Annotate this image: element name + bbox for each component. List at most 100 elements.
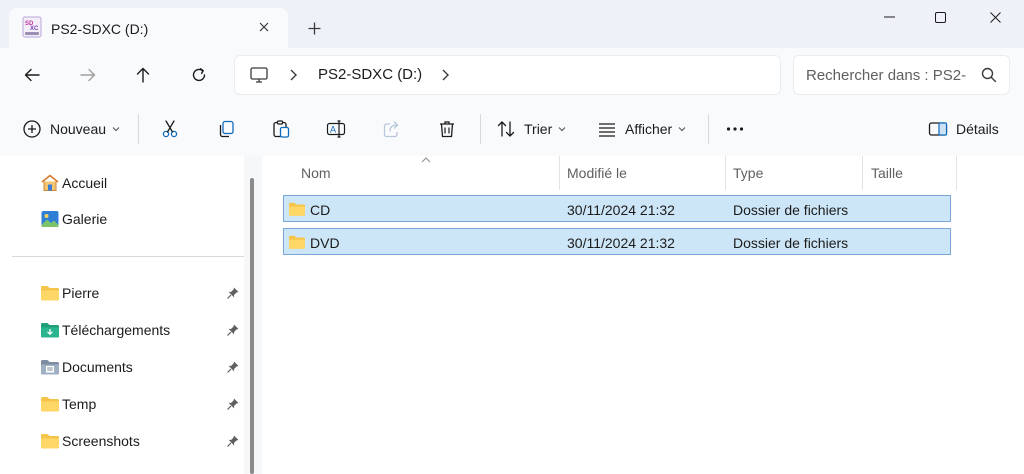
file-list: Nom Modifié le Type Taille CD 30/11/2024… (262, 156, 1024, 474)
rename-icon: A (326, 120, 346, 138)
navigation-pane: Accueil Galerie Pierre Téléchargements D… (0, 156, 262, 474)
up-button[interactable] (129, 61, 157, 89)
search-input[interactable] (804, 64, 968, 86)
tab-title: PS2-SDXC (D:) (51, 21, 149, 37)
column-header-type[interactable]: Type (733, 156, 763, 190)
more-options-button[interactable] (725, 115, 745, 143)
new-label: Nouveau (50, 121, 107, 137)
sidebar-item-documents[interactable]: Documents (40, 354, 245, 380)
arrow-left-icon (24, 68, 40, 82)
pin-icon[interactable] (226, 397, 240, 411)
rename-button[interactable]: A (326, 115, 346, 143)
close-icon (259, 22, 269, 32)
copy-button[interactable] (216, 115, 236, 143)
column-divider[interactable] (559, 156, 560, 190)
paste-button[interactable] (271, 115, 291, 143)
svg-text:XC: XC (30, 26, 39, 32)
search-icon[interactable] (980, 66, 998, 84)
close-window-button[interactable] (972, 0, 1018, 34)
folder-icon (41, 434, 59, 449)
file-name[interactable]: CD (310, 202, 330, 218)
file-modified: 30/11/2024 21:32 (567, 235, 675, 251)
toolbar-divider (138, 114, 139, 144)
navigation-bar: PS2-SDXC (D:) (0, 48, 1024, 102)
pin-icon[interactable] (226, 323, 240, 337)
toolbar-divider (708, 114, 709, 144)
breadcrumb-location[interactable]: PS2-SDXC (D:) (318, 66, 422, 83)
file-type: Dossier de fichiers (733, 202, 849, 218)
pin-icon[interactable] (226, 434, 240, 448)
sidebar-item-home[interactable]: Accueil (40, 170, 245, 196)
view-button[interactable]: Afficher (597, 115, 686, 143)
sidebar-item-pierre[interactable]: Pierre (40, 280, 245, 306)
sort-label: Trier (524, 121, 553, 137)
chevron-down-icon (112, 127, 120, 132)
sidebar-divider (12, 256, 262, 257)
share-button[interactable] (382, 115, 402, 143)
folder-icon (41, 286, 59, 301)
table-row[interactable]: CD 30/11/2024 21:32 Dossier de fichiers (283, 195, 951, 222)
folder-icon (289, 202, 305, 216)
plus-icon (308, 22, 320, 34)
sidebar-item-label: Temp (62, 396, 97, 412)
sidebar-item-screenshots[interactable]: Screenshots (40, 428, 245, 454)
tab-ps2-sdxc[interactable]: SD XC PS2-SDXC (D:) (9, 8, 288, 48)
this-pc-icon[interactable] (249, 65, 269, 85)
pin-icon[interactable] (226, 286, 240, 300)
arrow-up-icon (136, 67, 150, 83)
new-tab-button[interactable] (302, 16, 326, 40)
cut-button[interactable] (160, 115, 180, 143)
file-modified: 30/11/2024 21:32 (567, 202, 675, 218)
search-box[interactable] (793, 55, 1010, 95)
column-header-modified[interactable]: Modifié le (567, 156, 627, 190)
sidebar-item-downloads[interactable]: Téléchargements (40, 317, 245, 343)
chevron-right-icon[interactable] (439, 68, 451, 82)
chevron-down-icon (678, 127, 686, 132)
pin-icon[interactable] (226, 360, 240, 374)
file-explorer-window: SD XC PS2-SDXC (D:) PS2-SDXC (D:) Recher… (0, 0, 1024, 474)
sidebar-scrollbar-thumb[interactable] (250, 178, 254, 474)
chevron-right-icon[interactable] (287, 68, 299, 82)
chevron-down-icon (558, 127, 566, 132)
column-header-size[interactable]: Taille (871, 156, 903, 190)
maximize-button[interactable] (917, 0, 963, 34)
sidebar-item-label: Documents (62, 359, 133, 375)
details-pane-icon (928, 122, 948, 136)
scissors-icon (162, 120, 178, 138)
copy-icon (219, 120, 234, 138)
file-name[interactable]: DVD (310, 235, 340, 251)
new-button[interactable]: Nouveau (22, 115, 120, 143)
back-button[interactable] (18, 61, 46, 89)
column-divider[interactable] (956, 156, 957, 190)
sort-icon (497, 121, 515, 137)
file-type: Dossier de fichiers (733, 235, 849, 251)
sidebar-item-gallery[interactable]: Galerie (40, 206, 245, 232)
sidebar-item-temp[interactable]: Temp (40, 391, 245, 417)
sidebar-item-label: Screenshots (62, 433, 140, 449)
gallery-icon (41, 211, 59, 227)
delete-button[interactable] (437, 115, 457, 143)
sidebar-item-label: Galerie (62, 211, 108, 227)
column-header-name[interactable]: Nom (301, 156, 331, 190)
forward-button[interactable] (74, 61, 102, 89)
trash-icon (440, 121, 454, 138)
sidebar-item-label: Accueil (62, 175, 108, 191)
column-divider[interactable] (725, 156, 726, 190)
sidebar-item-label: Pierre (62, 285, 100, 301)
minimize-icon (883, 16, 895, 18)
column-divider[interactable] (862, 156, 863, 190)
documents-folder-icon (41, 360, 59, 375)
view-label: Afficher (625, 121, 673, 137)
minimize-button[interactable] (866, 0, 912, 34)
downloads-folder-icon (41, 323, 59, 338)
command-bar: Nouveau A Trier Afficher Détails (0, 102, 1024, 157)
table-row[interactable]: DVD 30/11/2024 21:32 Dossier de fichiers (283, 228, 951, 255)
folder-icon (289, 235, 305, 249)
details-pane-button[interactable]: Détails (928, 115, 999, 143)
sort-button[interactable]: Trier (496, 115, 566, 143)
view-list-icon (599, 123, 615, 137)
arrow-right-icon (80, 68, 96, 82)
refresh-button[interactable] (185, 61, 213, 89)
tab-close-button[interactable] (253, 16, 275, 38)
address-bar[interactable]: PS2-SDXC (D:) (234, 55, 781, 95)
